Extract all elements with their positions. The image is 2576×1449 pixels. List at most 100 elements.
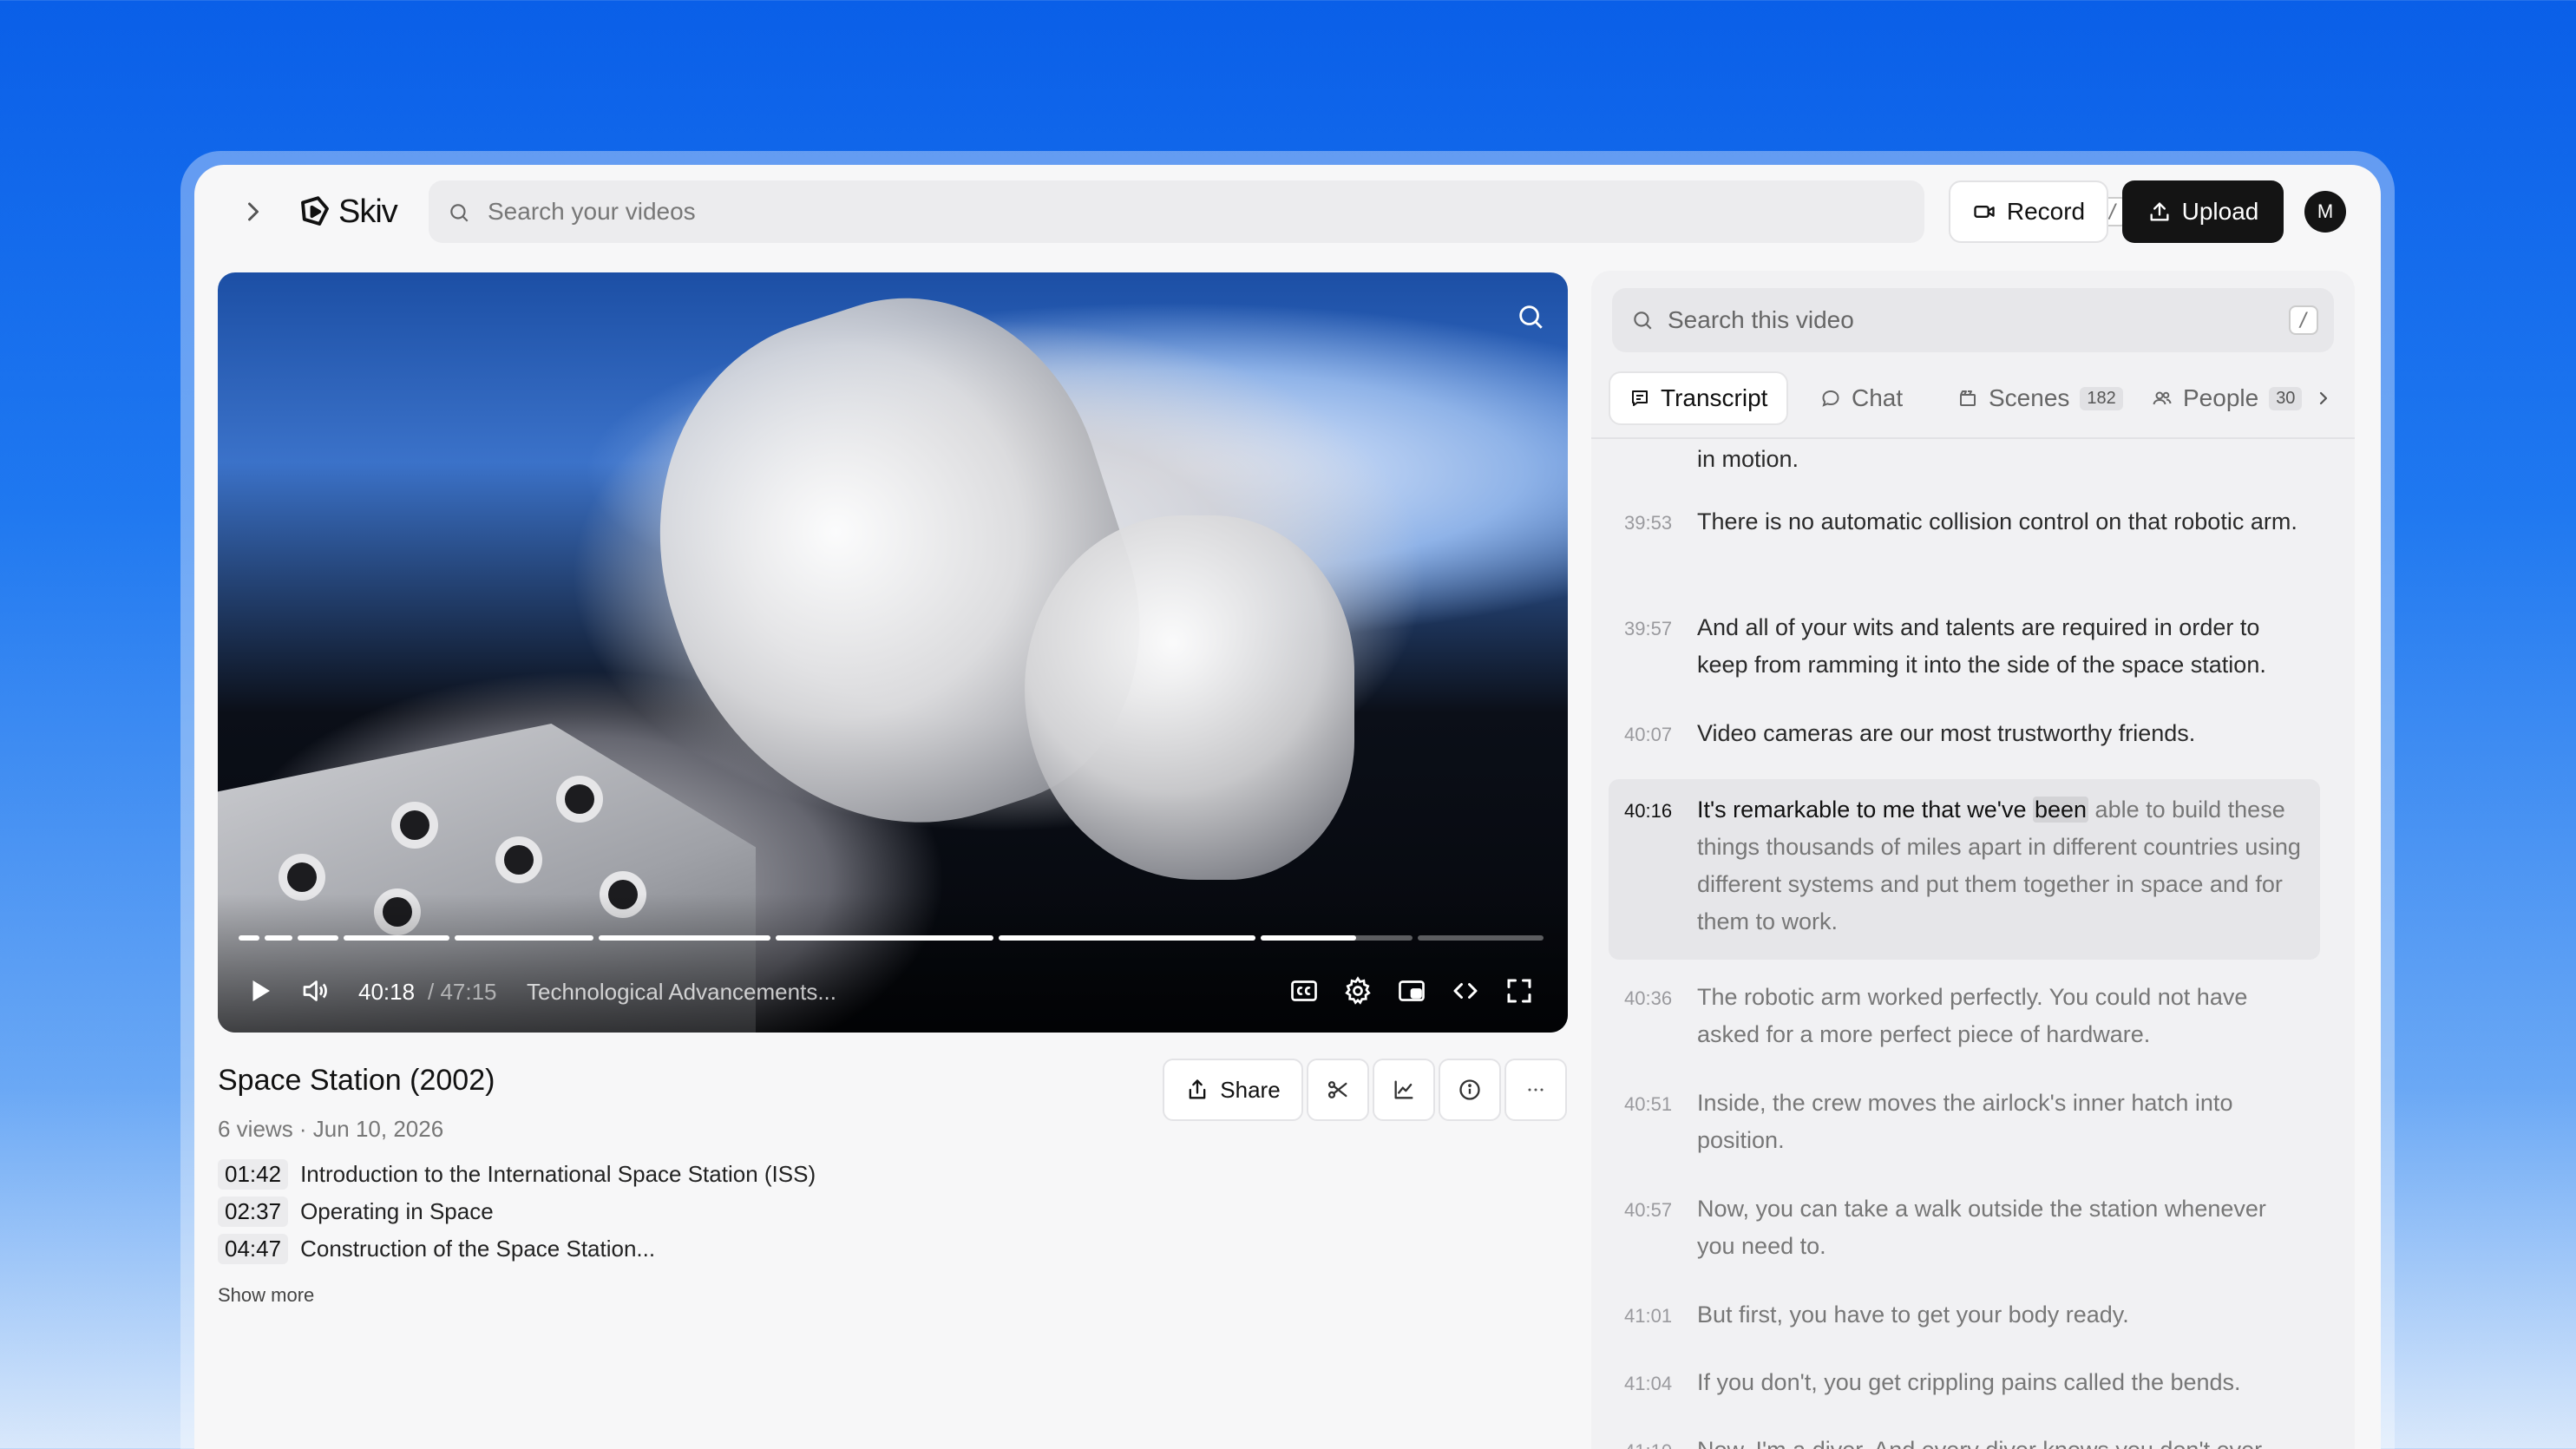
module-porthole — [287, 862, 317, 892]
chapter-timestamp[interactable]: 01:42 — [218, 1159, 289, 1190]
tab-badge: 182 — [2080, 386, 2123, 410]
chevron-right-icon[interactable] — [238, 196, 269, 227]
progress-played-fill — [776, 935, 993, 941]
transcript-segment[interactable]: 40:07 Video cameras are our most trustwo… — [1609, 715, 2320, 758]
show-more-link[interactable]: Show more — [218, 1284, 314, 1307]
transcript-segment[interactable]: 41:01 But first, you have to get your bo… — [1609, 1296, 2320, 1340]
chapter-item[interactable]: 01:42 Introduction to the International … — [218, 1156, 816, 1193]
segment-text: But first, you have to get your body rea… — [1697, 1301, 2129, 1328]
video-zoom-icon[interactable] — [1516, 302, 1545, 331]
segment-timestamp[interactable]: 41:01 — [1624, 1305, 1672, 1328]
segment-text: The robotic arm worked perfectly. You co… — [1697, 984, 2248, 1047]
segment-text-spoken: It's remarkable to me that we've — [1697, 797, 2033, 823]
segment-text: Video cameras are our most trustworthy f… — [1697, 720, 2196, 746]
people-icon — [2153, 391, 2172, 405]
transcript-icon — [1632, 390, 1648, 406]
module-porthole — [400, 810, 429, 840]
segment-timestamp[interactable]: 40:51 — [1624, 1093, 1672, 1116]
tab-scenes[interactable]: Scenes 182 — [1938, 371, 2142, 425]
segment-text: If you don't, you get crippling pains ca… — [1697, 1369, 2241, 1395]
more-button[interactable] — [1504, 1059, 1567, 1121]
logo[interactable]: Skiv — [297, 189, 398, 234]
share-button[interactable]: Share — [1163, 1059, 1303, 1121]
progress-chapter-segment[interactable] — [1418, 935, 1544, 941]
segment-timestamp[interactable]: 40:57 — [1624, 1199, 1672, 1222]
transcript-segment[interactable]: 40:36 The robotic arm worked perfectly. … — [1609, 979, 2320, 1053]
info-button[interactable] — [1439, 1059, 1501, 1121]
settings-gear-icon[interactable] — [1342, 975, 1373, 1006]
duration: / 47:15 — [428, 979, 497, 1005]
video-meta: 6 views · Jun 10, 2026 — [218, 1116, 444, 1142]
scissors-icon — [1327, 1081, 1347, 1098]
chapter-list: 01:42 Introduction to the International … — [218, 1156, 816, 1268]
app-name: Skiv — [338, 193, 398, 230]
share-label: Share — [1220, 1076, 1281, 1103]
video-title: Space Station (2002) — [218, 1064, 495, 1097]
tab-chat[interactable]: Chat — [1801, 371, 1922, 425]
chapter-item[interactable]: 02:37 Operating in Space — [218, 1193, 816, 1230]
play-icon[interactable] — [244, 975, 275, 1006]
progress-played-fill — [297, 935, 338, 941]
transcript-segment[interactable]: 41:10 Now, I'm a diver. And every diver … — [1609, 1432, 2320, 1449]
transcript-segment[interactable]: 40:57 Now, you can take a walk outside t… — [1609, 1190, 2320, 1265]
progress-played-fill — [343, 935, 450, 941]
progress-played-fill — [998, 935, 1255, 941]
segment-text: There is no automatic collision control … — [1697, 508, 2297, 534]
chapter-item[interactable]: 04:47 Construction of the Space Station.… — [218, 1230, 816, 1268]
tab-label: Transcript — [1661, 384, 1768, 411]
segment-timestamp[interactable]: 40:36 — [1624, 987, 1672, 1010]
tab-people[interactable]: People 30 — [2133, 371, 2337, 425]
chapter-name: Introduction to the International Space … — [300, 1161, 816, 1187]
chat-bubble-icon — [1822, 390, 1839, 407]
video-search-input[interactable]: Search this video / — [1612, 288, 2334, 352]
clip-button[interactable] — [1307, 1059, 1369, 1121]
skiv-logo-icon — [301, 196, 329, 226]
upload-button[interactable]: Upload — [2122, 180, 2284, 243]
more-dots-icon — [1528, 1088, 1544, 1092]
analytics-button[interactable] — [1373, 1059, 1435, 1121]
astronaut-helmet-image — [1025, 515, 1354, 880]
current-chapter[interactable]: Technological Advancements... — [527, 979, 836, 1006]
segment-timestamp[interactable]: 41:04 — [1624, 1373, 1672, 1395]
tabs-divider — [1591, 437, 2355, 439]
transcript-segment[interactable]: 39:57 And all of your wits and talents a… — [1609, 609, 2320, 684]
transcript-segment[interactable]: 40:51 Inside, the crew moves the airlock… — [1609, 1085, 2320, 1159]
transcript-panel: Search this video / Transcript Chat Scen… — [1591, 271, 2355, 1449]
tab-transcript[interactable]: Transcript — [1609, 371, 1789, 425]
record-button[interactable]: Record — [1949, 180, 2108, 243]
transcript-segment[interactable]: in motion. — [1609, 441, 2320, 484]
embed-code-icon[interactable] — [1450, 975, 1481, 1006]
avatar[interactable]: M — [2304, 191, 2346, 233]
transcript-segment[interactable]: 39:53 There is no automatic collision co… — [1609, 503, 2320, 578]
search-icon — [1634, 311, 1652, 330]
progress-played-fill — [265, 935, 292, 941]
transcript-segment[interactable]: 41:04 If you don't, you get crippling pa… — [1609, 1364, 2320, 1407]
segment-text: Now, you can take a walk outside the sta… — [1697, 1196, 2266, 1259]
upload-icon — [2150, 202, 2169, 221]
captions-icon[interactable] — [1288, 975, 1320, 1006]
upload-label: Upload — [2181, 198, 2259, 225]
progress-bar[interactable] — [239, 935, 1549, 941]
chapter-timestamp[interactable]: 02:37 — [218, 1197, 289, 1227]
segment-timestamp[interactable]: 41:10 — [1624, 1440, 1672, 1449]
video-player[interactable]: 40:18 / 47:15 Technological Advancements… — [218, 272, 1568, 1033]
segment-timestamp[interactable]: 39:57 — [1624, 618, 1672, 640]
tabs-scroll-right-icon[interactable] — [2313, 388, 2334, 409]
picture-in-picture-icon[interactable] — [1396, 975, 1427, 1006]
progress-played-fill — [1260, 935, 1357, 941]
video-search-placeholder: Search this video — [1668, 306, 1854, 333]
video-camera-icon — [1974, 206, 1995, 218]
segment-text: Inside, the crew moves the airlock's inn… — [1697, 1090, 2233, 1153]
tab-badge: 30 — [2269, 386, 2303, 410]
tab-label: People — [2183, 384, 2259, 411]
transcript-segment-active[interactable]: 40:16 It's remarkable to me that we've b… — [1609, 779, 2320, 960]
segment-timestamp[interactable]: 39:53 — [1624, 512, 1672, 534]
tab-label: Scenes — [1989, 384, 2070, 411]
segment-timestamp[interactable]: 40:07 — [1624, 724, 1672, 746]
search-input[interactable]: Search your videos / — [429, 180, 2127, 243]
volume-icon[interactable] — [299, 975, 331, 1006]
segment-timestamp[interactable]: 40:16 — [1624, 800, 1672, 823]
chapter-timestamp[interactable]: 04:47 — [218, 1234, 289, 1264]
fullscreen-icon[interactable] — [1504, 975, 1535, 1006]
segment-text: in motion. — [1697, 446, 1799, 472]
